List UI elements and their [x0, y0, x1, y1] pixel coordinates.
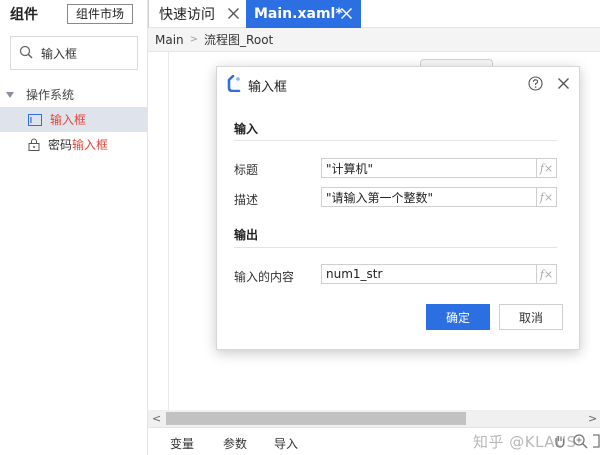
- expression-editor-icon[interactable]: f×: [536, 188, 556, 206]
- output-input[interactable]: [322, 265, 536, 283]
- section-divider: [234, 247, 557, 248]
- canvas-tools: [552, 433, 600, 452]
- tab-arguments[interactable]: 参数: [223, 435, 247, 452]
- components-title: 组件: [10, 7, 38, 23]
- component-search-input[interactable]: [41, 46, 131, 60]
- horizontal-scrollbar[interactable]: < >: [148, 410, 600, 427]
- components-header: 组件 组件市场: [0, 0, 147, 28]
- components-panel: 组件 组件市场 操作系统 输入框 密码输入框: [0, 0, 148, 455]
- close-icon[interactable]: [557, 77, 570, 93]
- bottom-panel-tabs: 变量 参数 导入 知乎 @KLAUS: [148, 427, 600, 455]
- hand-icon[interactable]: [552, 433, 568, 452]
- expression-editor-icon[interactable]: f×: [536, 265, 556, 283]
- expression-editor-icon[interactable]: f×: [536, 159, 556, 177]
- chevron-right-icon: >: [189, 34, 199, 45]
- scrollbar-thumb[interactable]: [166, 412, 466, 425]
- chevron-down-icon: [6, 91, 14, 98]
- document-tabs: 快速访问 Main.xaml*: [148, 0, 600, 28]
- cancel-button[interactable]: 取消: [499, 304, 563, 330]
- tab-variables[interactable]: 变量: [170, 435, 194, 452]
- tab-main-xaml[interactable]: Main.xaml*: [246, 0, 361, 28]
- tab-imports[interactable]: 导入: [274, 435, 298, 452]
- help-icon[interactable]: [528, 76, 543, 94]
- description-label: 描述: [234, 193, 259, 207]
- input-box-icon: [28, 113, 42, 126]
- title-input[interactable]: [322, 159, 536, 177]
- tree-item-label: 输入框: [50, 113, 87, 127]
- tab-label: Main.xaml*: [254, 6, 343, 22]
- input-box-properties-dialog: 输入框 输入 标题 f× 描述 f× 输出 输入的内容 f× 确定 取消: [216, 66, 580, 350]
- dialog-title: 输入框: [248, 80, 288, 95]
- description-input[interactable]: [322, 188, 536, 206]
- dialog-header: 输入框: [217, 67, 579, 101]
- section-output-heading: 输出: [234, 228, 259, 242]
- tree-category-label: 操作系统: [26, 88, 75, 102]
- scroll-right-icon[interactable]: >: [588, 412, 597, 425]
- output-label: 输入的内容: [234, 270, 295, 284]
- breadcrumb-item-root[interactable]: 流程图_Root: [204, 31, 273, 48]
- title-field: f×: [321, 158, 557, 178]
- tree-item-password-box[interactable]: 密码 输入框: [0, 132, 147, 157]
- confirm-button[interactable]: 确定: [426, 304, 490, 330]
- description-field: f×: [321, 187, 557, 207]
- component-market-button[interactable]: 组件市场: [67, 4, 134, 24]
- tab-label: 快速访问: [159, 7, 215, 23]
- breadcrumb: Main > 流程图_Root: [148, 28, 600, 52]
- close-icon[interactable]: [227, 7, 240, 24]
- title-label: 标题: [234, 163, 259, 177]
- fit-view-icon[interactable]: [592, 433, 600, 452]
- tree-category-os[interactable]: 操作系统: [6, 86, 74, 103]
- tree-item-label-highlight: 输入框: [72, 138, 109, 152]
- app-logo-icon: [227, 74, 241, 95]
- section-divider: [234, 140, 557, 141]
- tree-item-input-box[interactable]: 输入框: [0, 107, 147, 132]
- tree-item-label-prefix: 密码: [48, 138, 73, 152]
- scroll-left-icon[interactable]: <: [152, 412, 161, 425]
- breadcrumb-item-main[interactable]: Main: [155, 33, 184, 47]
- tab-quick-access[interactable]: 快速访问: [148, 0, 245, 28]
- section-input-heading: 输入: [234, 122, 259, 136]
- output-field: f×: [321, 264, 557, 284]
- zoom-in-icon[interactable]: [572, 433, 588, 452]
- component-search-box[interactable]: [10, 36, 138, 70]
- lock-icon: [28, 138, 40, 151]
- close-icon[interactable]: [340, 7, 353, 24]
- search-icon: [11, 45, 33, 62]
